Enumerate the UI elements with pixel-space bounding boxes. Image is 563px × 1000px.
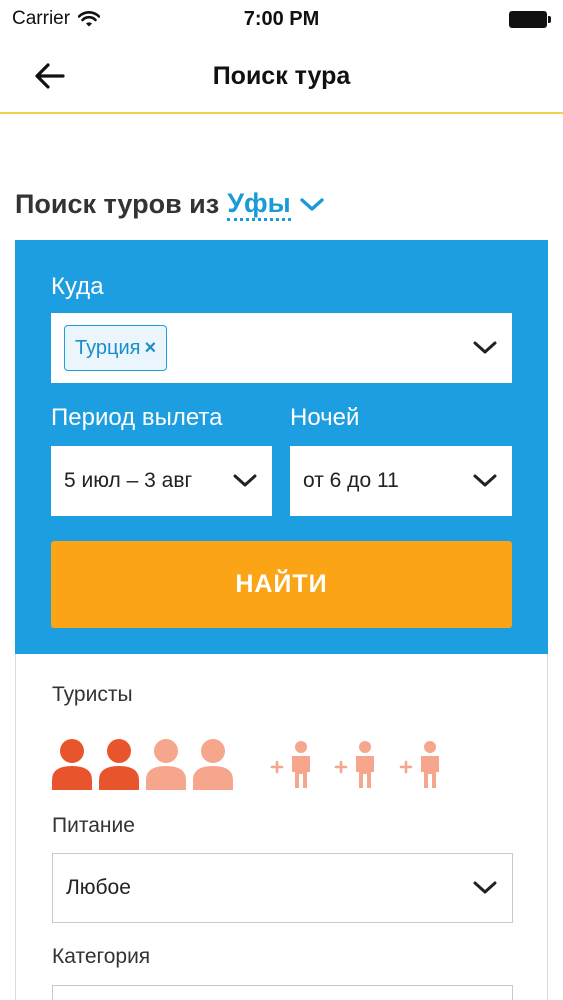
city-chevron-icon[interactable] <box>299 197 325 213</box>
search-heading: Поиск туров из Уфы <box>15 188 325 221</box>
add-child-icon[interactable] <box>399 740 445 790</box>
carrier: Carrier <box>12 8 101 30</box>
page-title: Поиск тура <box>212 62 351 90</box>
chevron-down-icon <box>232 473 258 489</box>
find-button[interactable]: НАЙТИ <box>51 541 512 628</box>
meal-label: Питание <box>52 814 135 837</box>
options-card: Туристы Питание Любое Категория <box>15 654 548 1000</box>
status-bar: Carrier 7:00 PM <box>0 0 563 40</box>
destination-tag: Турция × <box>64 325 168 371</box>
category-select[interactable] <box>52 985 513 1000</box>
destination-tag-label: Турция <box>75 336 141 359</box>
destination-select[interactable]: Турция × <box>51 313 512 383</box>
carrier-label: Carrier <box>12 8 71 29</box>
meal-select[interactable]: Любое <box>52 853 513 923</box>
nights-select[interactable]: от 6 до 11 <box>290 446 512 516</box>
departure-city-link[interactable]: Уфы <box>227 188 291 221</box>
adult-person-icon[interactable] <box>52 738 92 790</box>
heading-prefix: Поиск туров из <box>15 189 220 219</box>
period-select[interactable]: 5 июл – 3 авг <box>51 446 272 516</box>
search-panel: Куда Турция × Период вылета Ночей 5 июл … <box>15 240 548 654</box>
add-child-icon[interactable] <box>270 740 316 790</box>
add-child-icon[interactable] <box>334 740 380 790</box>
arrow-left-icon <box>35 63 65 89</box>
adult-person-icon[interactable] <box>146 738 186 790</box>
nights-label: Ночей <box>290 404 360 431</box>
chevron-down-icon <box>472 473 498 489</box>
adult-person-icon[interactable] <box>99 738 139 790</box>
tourists-label: Туристы <box>52 683 133 706</box>
period-value: 5 июл – 3 авг <box>64 469 193 492</box>
tourists-selector <box>52 738 492 790</box>
category-label: Категория <box>52 945 151 968</box>
adult-person-icon[interactable] <box>193 738 233 790</box>
battery-icon <box>509 11 551 28</box>
wifi-icon <box>78 11 101 27</box>
nights-value: от 6 до 11 <box>303 469 399 492</box>
chevron-down-icon <box>472 340 498 356</box>
meal-value: Любое <box>66 876 131 899</box>
tag-remove-icon[interactable]: × <box>144 337 156 360</box>
back-button[interactable] <box>28 58 72 94</box>
destination-label: Куда <box>51 273 104 300</box>
chevron-down-icon <box>472 880 498 896</box>
period-label: Период вылета <box>51 404 223 431</box>
navigation-bar: Поиск тура <box>0 40 563 114</box>
